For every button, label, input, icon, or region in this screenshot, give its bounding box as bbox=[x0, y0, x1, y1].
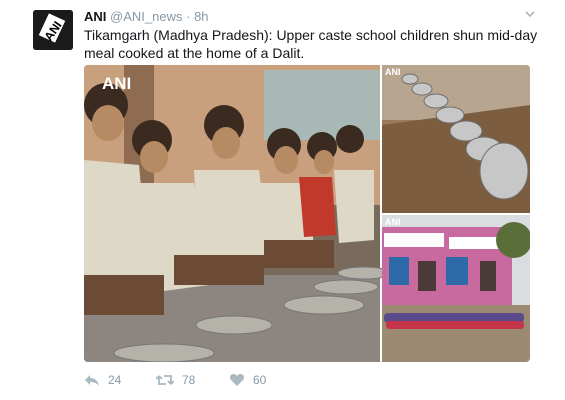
media-photo-school[interactable]: ANI bbox=[382, 215, 530, 362]
heart-icon[interactable] bbox=[229, 373, 245, 387]
media-watermark-3: ANI bbox=[385, 217, 401, 227]
media-photo-plates[interactable]: ANI bbox=[382, 65, 530, 213]
reply-count: 24 bbox=[108, 373, 122, 387]
media-watermark: ANI bbox=[102, 74, 131, 93]
retweet-count: 78 bbox=[182, 373, 196, 387]
retweet-icon[interactable] bbox=[156, 373, 174, 387]
reply-action[interactable]: 24 bbox=[84, 370, 121, 390]
avatar[interactable]: ANI bbox=[33, 10, 73, 50]
tweet: ANI ANI @ANI_news · 8h Tikamgarh (Madhya… bbox=[0, 0, 565, 400]
account-handle[interactable]: @ANI_news bbox=[110, 9, 182, 24]
chevron-down-icon[interactable] bbox=[523, 7, 537, 21]
separator-dot: · bbox=[186, 9, 191, 24]
reply-icon[interactable] bbox=[84, 373, 100, 387]
tweet-media[interactable]: ANI ANI ANI bbox=[84, 65, 530, 362]
retweet-action[interactable]: 78 bbox=[156, 370, 195, 390]
account-name[interactable]: ANI bbox=[84, 9, 106, 24]
tweet-actions: 24 78 60 bbox=[84, 370, 384, 390]
media-watermark-2: ANI bbox=[385, 67, 401, 77]
media-photo-main[interactable]: ANI bbox=[84, 65, 391, 362]
ani-logo-icon: ANI bbox=[33, 10, 73, 50]
like-action[interactable]: 60 bbox=[229, 370, 266, 390]
tweet-text: Tikamgarh (Madhya Pradesh): Upper caste … bbox=[84, 27, 538, 61]
tweet-timestamp[interactable]: 8h bbox=[194, 9, 208, 24]
tweet-header: ANI @ANI_news · 8h bbox=[84, 9, 209, 24]
like-count: 60 bbox=[253, 373, 267, 387]
